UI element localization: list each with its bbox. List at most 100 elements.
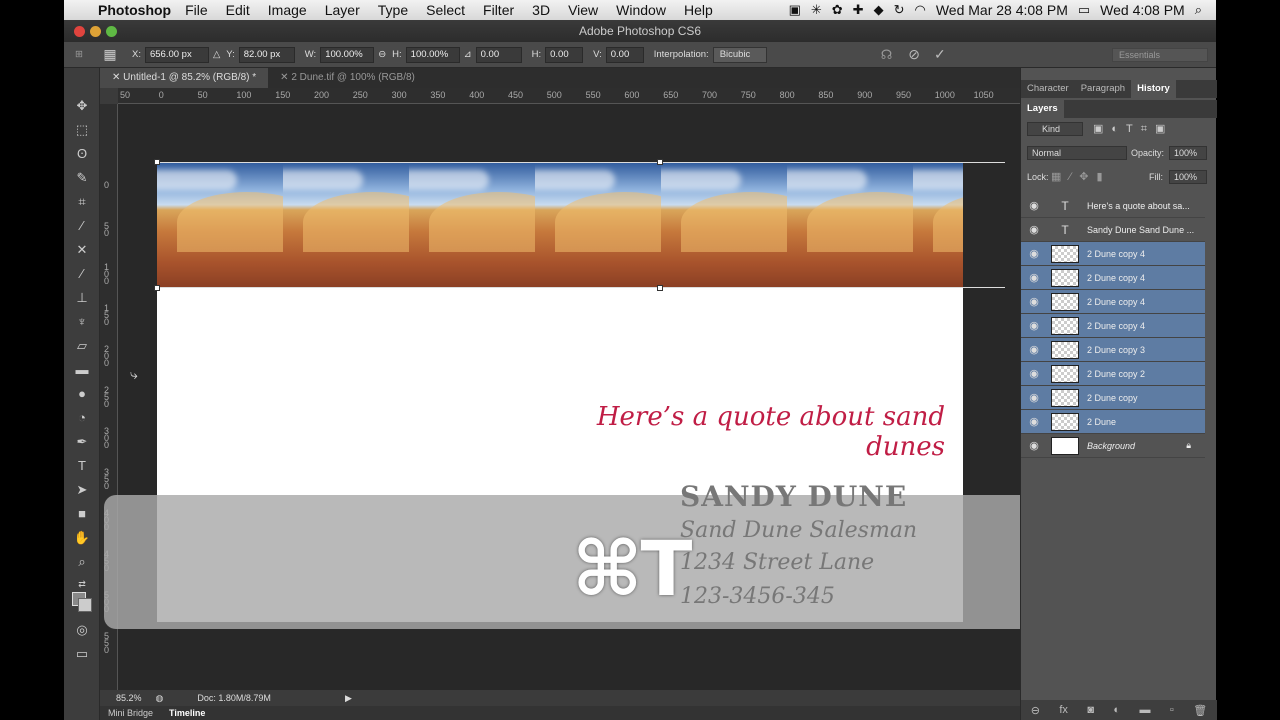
plus-icon[interactable]: ✚ xyxy=(853,2,864,18)
eye-icon[interactable]: ◉ xyxy=(1021,343,1047,356)
eye-icon[interactable]: ◉ xyxy=(1021,367,1047,380)
menu-window[interactable]: Window xyxy=(616,2,666,18)
screen-mode-icon[interactable]: ▭ xyxy=(70,644,94,664)
color-swatches[interactable] xyxy=(70,592,94,612)
new-layer-icon[interactable]: ▫ xyxy=(1170,704,1174,716)
eye-icon[interactable]: ◉ xyxy=(1021,295,1047,308)
move-tool-icon[interactable]: ✥ xyxy=(70,96,94,116)
app-menu[interactable]: Photoshop xyxy=(98,2,171,18)
menu-filter[interactable]: Filter xyxy=(483,2,514,18)
menubar-clock[interactable]: Wed Mar 28 4:08 PM xyxy=(936,2,1068,18)
eye-icon[interactable]: ◉ xyxy=(1021,415,1047,428)
eye-icon[interactable]: ◉ xyxy=(1021,247,1047,260)
eye-icon[interactable]: ◉ xyxy=(1021,391,1047,404)
cancel-transform-icon[interactable]: ⊘ xyxy=(908,46,920,63)
move-tool-preset-icon[interactable]: ⊞ xyxy=(64,49,94,60)
tab-paragraph[interactable]: Paragraph xyxy=(1075,80,1131,98)
opacity-field[interactable]: 100% xyxy=(1169,146,1207,160)
shield-icon[interactable]: ◆ xyxy=(874,2,884,18)
eye-icon[interactable]: ◉ xyxy=(1021,223,1047,236)
blur-tool-icon[interactable]: ● xyxy=(70,384,94,404)
stamp-tool-icon[interactable]: ⊥ xyxy=(70,288,94,308)
color-wheel-icon[interactable]: ✿ xyxy=(832,2,843,18)
shape-tool-icon[interactable]: ■ xyxy=(70,504,94,524)
height-field[interactable]: 100.00% xyxy=(405,46,460,63)
eyedropper-tool-icon[interactable]: ⁄ xyxy=(70,216,94,236)
width-field[interactable]: 100.00% xyxy=(320,46,375,63)
menu-select[interactable]: Select xyxy=(426,2,465,18)
hand-tool-icon[interactable]: ✋ xyxy=(70,528,94,548)
eye-icon[interactable]: ◉ xyxy=(1021,439,1047,452)
layer-row[interactable]: ◉ 2 Dune copy xyxy=(1021,386,1205,410)
pen-tool-icon[interactable]: ✒ xyxy=(70,432,94,452)
layer-row[interactable]: ◉ 2 Dune copy 2 xyxy=(1021,362,1205,386)
path-select-tool-icon[interactable]: ➤ xyxy=(70,480,94,500)
new-group-icon[interactable]: ▬ xyxy=(1139,704,1150,716)
tab-character[interactable]: Character xyxy=(1021,80,1075,98)
transform-handle[interactable] xyxy=(154,159,160,165)
transform-handle[interactable] xyxy=(154,285,160,291)
delta-icon[interactable]: △ xyxy=(213,49,220,60)
menu-view[interactable]: View xyxy=(568,2,598,18)
commit-transform-icon[interactable]: ✓ xyxy=(934,46,946,63)
layer-row[interactable]: ◉ 2 Dune copy 4 xyxy=(1021,266,1205,290)
eraser-tool-icon[interactable]: ▱ xyxy=(70,336,94,356)
tab-layers[interactable]: Layers xyxy=(1021,100,1064,118)
link-icon[interactable]: ⊖ xyxy=(378,49,386,60)
workspace-dropdown[interactable]: Essentials xyxy=(1112,48,1208,62)
menu-layer[interactable]: Layer xyxy=(325,2,360,18)
layer-row[interactable]: ◉ Background 🔒︎ xyxy=(1021,434,1205,458)
adjustment-layer-icon[interactable]: ◐ xyxy=(1113,704,1120,716)
brightness-icon[interactable]: ✳ xyxy=(811,2,822,18)
interpolation-dropdown[interactable]: Bicubic xyxy=(712,46,767,63)
status-menu-arrow-icon[interactable]: ▶ xyxy=(345,693,352,704)
layer-row[interactable]: ◉ 2 Dune xyxy=(1021,410,1205,434)
dodge-tool-icon[interactable]: ◔ xyxy=(70,408,94,428)
battery-icon[interactable]: ▭ xyxy=(1078,2,1090,18)
layer-row[interactable]: ◉ 2 Dune copy 3 xyxy=(1021,338,1205,362)
lock-icons[interactable]: ▦∕✥▮ xyxy=(1051,170,1111,183)
close-window-icon[interactable] xyxy=(74,26,85,37)
menu-type[interactable]: Type xyxy=(378,2,408,18)
blend-mode-dropdown[interactable]: Normal xyxy=(1027,146,1127,160)
quick-mask-icon[interactable]: ◎ xyxy=(70,620,94,640)
menu-image[interactable]: Image xyxy=(268,2,307,18)
tab-dune[interactable]: ✕ 2 Dune.tif @ 100% (RGB/8) xyxy=(268,68,427,88)
layer-row[interactable]: ◉ T Sandy Dune Sand Dune ... xyxy=(1021,218,1205,242)
tab-mini-bridge[interactable]: Mini Bridge xyxy=(100,706,161,720)
lasso-tool-icon[interactable]: ʘ xyxy=(70,144,94,164)
y-field[interactable]: 82.00 px xyxy=(238,46,295,63)
brush-tool-icon[interactable]: ∕ xyxy=(70,264,94,284)
zoom-window-icon[interactable] xyxy=(106,26,117,37)
screen-icon[interactable]: ▣ xyxy=(789,2,801,18)
marquee-tool-icon[interactable]: ⬚ xyxy=(70,120,94,140)
x-field[interactable]: 656.00 px xyxy=(144,46,209,63)
layer-row[interactable]: ◉ 2 Dune copy 4 xyxy=(1021,314,1205,338)
crop-tool-icon[interactable]: ⌗ xyxy=(70,192,94,212)
fx-icon[interactable]: fx xyxy=(1059,704,1068,716)
angle-field[interactable]: 0.00 xyxy=(475,46,522,63)
menu-edit[interactable]: Edit xyxy=(226,2,250,18)
add-mask-icon[interactable]: ◙ xyxy=(1087,704,1094,716)
menu-help[interactable]: Help xyxy=(684,2,713,18)
healing-tool-icon[interactable]: ✕ xyxy=(70,240,94,260)
link-layers-icon[interactable]: ⊖ xyxy=(1031,704,1040,717)
menubar-clock-short[interactable]: Wed 4:08 PM xyxy=(1100,2,1185,18)
tab-untitled[interactable]: ✕ Untitled-1 @ 85.2% (RGB/8) * xyxy=(100,68,269,88)
reference-point-icon[interactable]: ▦ xyxy=(94,46,126,63)
layer-row[interactable]: ◉ T Here's a quote about sa... xyxy=(1021,194,1205,218)
history-brush-tool-icon[interactable]: ♆ xyxy=(70,312,94,332)
menu-file[interactable]: File xyxy=(185,2,208,18)
ruler-top[interactable]: 50 0 50 100 150 200 250 300 350 400 450 500 550 600 65… xyxy=(118,88,1020,104)
transform-handle[interactable] xyxy=(657,285,663,291)
layer-row[interactable]: ◉ 2 Dune copy 4 xyxy=(1021,290,1205,314)
delete-layer-icon[interactable]: 🗑︎ xyxy=(1193,704,1207,717)
wifi-icon[interactable]: ◠ xyxy=(914,2,925,18)
layer-filter-icons[interactable]: ▣◐T⌗▣ xyxy=(1093,122,1173,136)
layer-filter-dropdown[interactable]: Kind xyxy=(1027,122,1083,136)
warp-icon[interactable]: ☊ xyxy=(881,47,893,63)
layer-row[interactable]: ◉ 2 Dune copy 4 xyxy=(1021,242,1205,266)
transform-handle[interactable] xyxy=(657,159,663,165)
quick-select-tool-icon[interactable]: ✎ xyxy=(70,168,94,188)
fill-field[interactable]: 100% xyxy=(1169,170,1207,184)
